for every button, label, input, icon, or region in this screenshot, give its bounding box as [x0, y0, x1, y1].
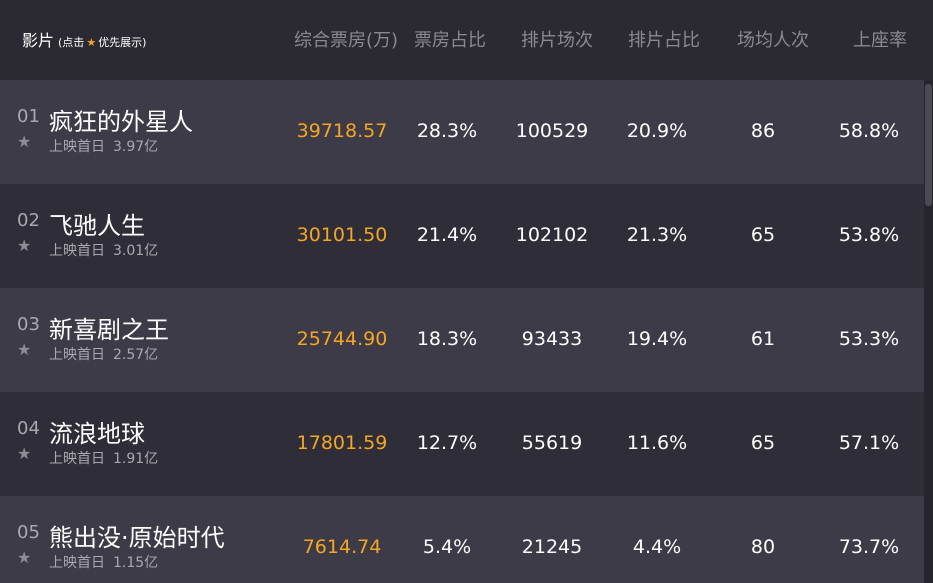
star-icon[interactable]: ★	[17, 236, 31, 255]
box-share-value: 5.4%	[422, 536, 472, 558]
star-icon: ★	[86, 35, 97, 49]
movie-title: 飞驰人生	[49, 212, 145, 240]
first-day-value: 3.01亿	[113, 243, 159, 259]
rank-number: 03	[17, 314, 40, 335]
show-share-value: 11.6%	[626, 432, 688, 454]
first-day-value: 1.15亿	[113, 555, 159, 571]
box-office-value: 25744.90	[296, 328, 388, 350]
star-icon[interactable]: ★	[17, 548, 31, 567]
first-day-label: 上映首日	[49, 555, 105, 571]
rank-number: 05	[17, 522, 40, 543]
shows-value: 93433	[521, 328, 583, 350]
column-header-box-office[interactable]: 综合票房(万)	[294, 26, 398, 52]
table-row[interactable]: 05 ★ 熊出没·原始时代 上映首日 1.15亿 7614.74 5.4% 212…	[0, 496, 924, 583]
occupancy-value: 53.3%	[838, 328, 900, 350]
movie-title: 新喜剧之王	[49, 316, 169, 344]
box-share-value: 18.3%	[416, 328, 478, 350]
movie-column-header: 影片 (点击 ★ 优先展示)	[22, 27, 146, 51]
table-row[interactable]: 01 ★ 疯狂的外星人 上映首日 3.97亿 39718.57 28.3% 100…	[0, 80, 924, 184]
show-share-value: 4.4%	[632, 536, 682, 558]
box-office-value: 17801.59	[296, 432, 388, 454]
column-header-show-share[interactable]: 排片占比	[628, 26, 700, 52]
first-day-label: 上映首日	[49, 139, 105, 155]
shows-value: 102102	[515, 224, 589, 246]
box-share-value: 28.3%	[416, 120, 478, 142]
avg-people-value: 80	[750, 536, 776, 558]
vertical-scrollbar[interactable]	[924, 80, 933, 583]
shows-value: 55619	[521, 432, 583, 454]
hint-open-text: (点击	[58, 36, 85, 49]
occupancy-value: 53.8%	[838, 224, 900, 246]
box-office-value: 30101.50	[296, 224, 388, 246]
movie-column-title: 影片	[22, 31, 55, 50]
star-icon[interactable]: ★	[17, 132, 31, 151]
rank-number: 04	[17, 418, 40, 439]
favorite-hint: (点击 ★ 优先展示)	[58, 34, 146, 50]
occupancy-value: 58.8%	[838, 120, 900, 142]
column-header-shows[interactable]: 排片场次	[521, 26, 593, 52]
table-row[interactable]: 03 ★ 新喜剧之王 上映首日 2.57亿 25744.90 18.3% 9343…	[0, 288, 924, 392]
box-share-value: 12.7%	[416, 432, 478, 454]
show-share-value: 19.4%	[626, 328, 688, 350]
rank-number: 01	[17, 106, 40, 127]
first-day-value: 3.97亿	[113, 139, 159, 155]
first-day-label: 上映首日	[49, 243, 105, 259]
first-day-value: 1.91亿	[113, 451, 159, 467]
box-share-value: 21.4%	[416, 224, 478, 246]
shows-value: 21245	[521, 536, 583, 558]
first-day-label: 上映首日	[49, 347, 105, 363]
column-header-occupancy[interactable]: 上座率	[853, 26, 907, 52]
scrollbar-thumb[interactable]	[925, 84, 932, 206]
star-icon[interactable]: ★	[17, 444, 31, 463]
avg-people-value: 65	[750, 224, 776, 246]
column-header-box-share[interactable]: 票房占比	[414, 26, 486, 52]
avg-people-value: 65	[750, 432, 776, 454]
first-day-value: 2.57亿	[113, 347, 159, 363]
rank-number: 02	[17, 210, 40, 231]
movie-title: 疯狂的外星人	[49, 108, 193, 136]
show-share-value: 21.3%	[626, 224, 688, 246]
box-office-value: 39718.57	[296, 120, 388, 142]
table-row[interactable]: 02 ★ 飞驰人生 上映首日 3.01亿 30101.50 21.4% 10210…	[0, 184, 924, 288]
shows-value: 100529	[515, 120, 589, 142]
first-day-box: 上映首日 3.01亿	[49, 240, 158, 260]
first-day-box: 上映首日 3.97亿	[49, 136, 158, 156]
movie-title: 熊出没·原始时代	[49, 524, 225, 552]
movie-title: 流浪地球	[49, 420, 145, 448]
movie-list: 01 ★ 疯狂的外星人 上映首日 3.97亿 39718.57 28.3% 100…	[0, 80, 924, 583]
table-row[interactable]: 04 ★ 流浪地球 上映首日 1.91亿 17801.59 12.7% 55619…	[0, 392, 924, 496]
occupancy-value: 73.7%	[838, 536, 900, 558]
avg-people-value: 86	[750, 120, 776, 142]
box-office-value: 7614.74	[302, 536, 382, 558]
avg-people-value: 61	[750, 328, 776, 350]
table-header: 影片 (点击 ★ 优先展示) 综合票房(万) 票房占比 排片场次 排片占比 场均…	[0, 0, 933, 80]
star-icon[interactable]: ★	[17, 340, 31, 359]
column-header-avg-people[interactable]: 场均人次	[737, 26, 809, 52]
show-share-value: 20.9%	[626, 120, 688, 142]
occupancy-value: 57.1%	[838, 432, 900, 454]
first-day-label: 上映首日	[49, 451, 105, 467]
hint-close-text: 优先展示)	[98, 36, 147, 49]
first-day-box: 上映首日 1.91亿	[49, 448, 158, 468]
first-day-box: 上映首日 1.15亿	[49, 552, 158, 572]
first-day-box: 上映首日 2.57亿	[49, 344, 158, 364]
